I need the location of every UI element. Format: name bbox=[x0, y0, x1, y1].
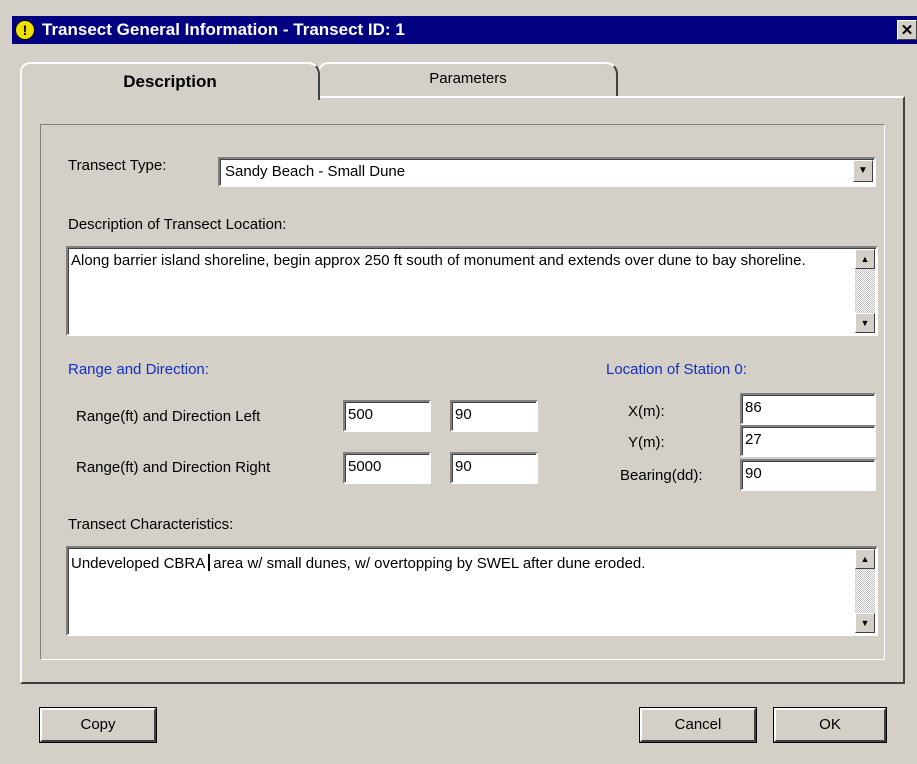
scroll-up-icon[interactable]: ▲ bbox=[855, 549, 875, 569]
copy-button[interactable]: Copy bbox=[40, 708, 156, 742]
direction-right-value: 90 bbox=[455, 458, 472, 475]
characteristics-label: Transect Characteristics: bbox=[68, 516, 234, 533]
range-right-label: Range(ft) and Direction Right bbox=[76, 459, 271, 476]
range-left-input[interactable]: 500 bbox=[343, 400, 431, 432]
scroll-down-icon[interactable]: ▼ bbox=[855, 313, 875, 333]
location-description-value: Along barrier island shoreline, begin ap… bbox=[71, 252, 806, 269]
window-title: Transect General Information - Transect … bbox=[42, 20, 405, 39]
station0-heading: Location of Station 0: bbox=[606, 361, 747, 378]
direction-left-value: 90 bbox=[455, 406, 472, 423]
scroll-down-icon[interactable]: ▼ bbox=[855, 613, 875, 633]
bearing-value: 90 bbox=[745, 465, 762, 482]
range-right-input[interactable]: 5000 bbox=[343, 452, 431, 484]
chevron-down-icon[interactable]: ▼ bbox=[853, 160, 873, 182]
tab-parameters[interactable]: Parameters bbox=[318, 62, 618, 96]
transect-type-label: Transect Type: bbox=[68, 157, 167, 174]
direction-right-input[interactable]: 90 bbox=[450, 452, 538, 484]
direction-left-input[interactable]: 90 bbox=[450, 400, 538, 432]
bearing-input[interactable]: 90 bbox=[740, 459, 876, 491]
location-description-textarea[interactable]: Along barrier island shoreline, begin ap… bbox=[66, 246, 878, 336]
x-value: 86 bbox=[745, 399, 762, 416]
range-direction-heading: Range and Direction: bbox=[68, 361, 209, 378]
transect-type-select[interactable]: Sandy Beach - Small Dune ▼ bbox=[218, 157, 876, 187]
title-bar[interactable]: ! Transect General Information - Transec… bbox=[12, 16, 917, 44]
y-input[interactable]: 27 bbox=[740, 425, 876, 457]
tab-description[interactable]: Description bbox=[20, 62, 320, 100]
characteristics-text-end: area w/ small dunes, w/ overtopping by S… bbox=[213, 555, 646, 572]
close-button[interactable]: ✕ bbox=[897, 20, 917, 40]
transect-type-value: Sandy Beach - Small Dune bbox=[225, 163, 406, 180]
y-value: 27 bbox=[745, 431, 762, 448]
x-label: X(m): bbox=[628, 403, 665, 420]
x-input[interactable]: 86 bbox=[740, 393, 876, 425]
warning-icon: ! bbox=[15, 20, 35, 40]
ok-button[interactable]: OK bbox=[774, 708, 886, 742]
range-left-label: Range(ft) and Direction Left bbox=[76, 408, 261, 425]
range-right-value: 5000 bbox=[348, 458, 382, 475]
y-label: Y(m): bbox=[628, 434, 665, 451]
bearing-label: Bearing(dd): bbox=[620, 467, 703, 484]
characteristics-text-start: Undeveloped CBRA bbox=[71, 555, 206, 572]
range-left-value: 500 bbox=[348, 406, 374, 423]
location-description-label: Description of Transect Location: bbox=[68, 216, 287, 233]
characteristics-scrollbar[interactable]: ▲ ▼ bbox=[855, 549, 875, 633]
location-description-scrollbar[interactable]: ▲ ▼ bbox=[855, 249, 875, 333]
text-caret bbox=[208, 554, 211, 571]
characteristics-textarea[interactable]: Undeveloped CBRA area w/ small dunes, w/ … bbox=[66, 546, 878, 636]
cancel-button[interactable]: Cancel bbox=[640, 708, 756, 742]
characteristics-value: Undeveloped CBRA area w/ small dunes, w/ … bbox=[71, 554, 852, 573]
scroll-up-icon[interactable]: ▲ bbox=[855, 249, 875, 269]
